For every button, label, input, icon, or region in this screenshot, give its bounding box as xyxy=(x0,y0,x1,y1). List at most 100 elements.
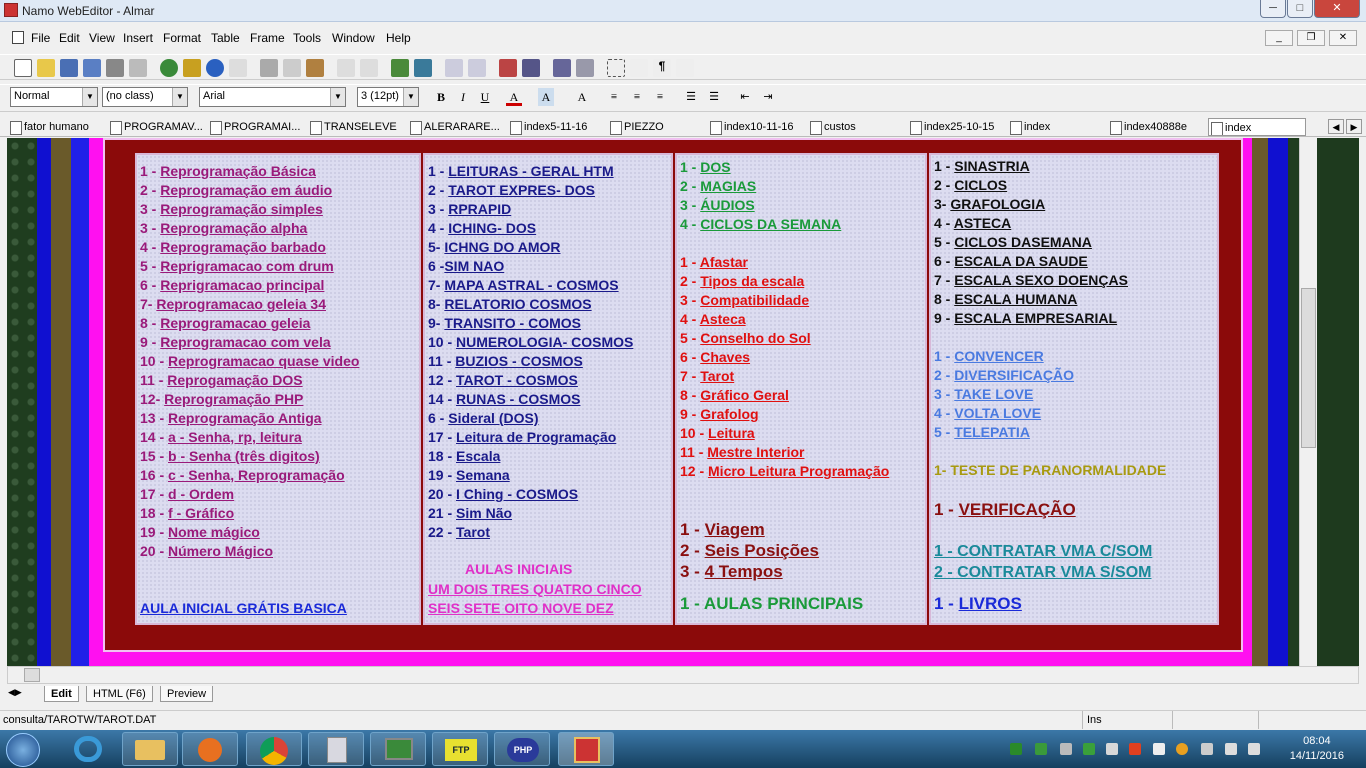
item-link[interactable]: Reprogramacao geleia xyxy=(160,315,310,331)
list-item[interactable]: 1 - SINASTRIA xyxy=(934,158,1030,175)
insert-object-icon[interactable] xyxy=(391,59,409,77)
list-item[interactable]: 4 - VOLTA LOVE xyxy=(934,405,1041,422)
item-link[interactable]: RPRAPID xyxy=(448,201,511,217)
doc-tab-active[interactable]: index xyxy=(1208,118,1306,136)
item-link[interactable]: Reprigramacao com drum xyxy=(160,258,334,274)
list-item[interactable]: 3 - ÁUDIOS xyxy=(680,197,755,214)
list-item[interactable]: 3 - Compatibilidade xyxy=(680,292,809,309)
list-item[interactable]: 16 - c - Senha, Reprogramação xyxy=(140,467,345,484)
item-link[interactable]: ICHNG DO AMOR xyxy=(444,239,560,255)
item-link[interactable]: Reprigramacao principal xyxy=(160,277,324,293)
item-link[interactable]: CICLOS DA SEMANA xyxy=(700,216,841,232)
outdent-icon[interactable]: ⇤ xyxy=(735,88,755,106)
doc-tab[interactable]: custos xyxy=(808,118,908,136)
item-link[interactable]: SIM NAO xyxy=(444,258,504,274)
doc-tab[interactable]: TRANSELEVE xyxy=(308,118,408,136)
list-item[interactable]: 22 - Tarot xyxy=(428,524,490,541)
tray-icon[interactable] xyxy=(1035,743,1047,755)
text-line[interactable]: SEIS SETE OITO NOVE DEZ xyxy=(428,600,614,617)
print-icon[interactable] xyxy=(106,59,124,77)
menu-file[interactable]: File xyxy=(31,31,50,45)
site-manager-icon[interactable] xyxy=(183,59,201,77)
terminal-icon[interactable] xyxy=(370,732,426,766)
list-item[interactable]: 20 - I Ching - COSMOS xyxy=(428,486,578,503)
minimize-button[interactable]: ─ xyxy=(1260,0,1286,18)
show-markers-icon[interactable] xyxy=(630,59,648,77)
list-item[interactable]: 7- Reprogramacao geleia 34 xyxy=(140,296,326,313)
text-line[interactable]: AULAS INICIAIS xyxy=(465,561,572,578)
insert-layer-icon[interactable] xyxy=(468,59,486,77)
list-item[interactable]: 1 - DOS xyxy=(680,159,731,176)
doc-tab[interactable]: fator humano xyxy=(8,118,103,136)
table-cell-col4[interactable]: 1 - SINASTRIA 2 - CICLOS 3- GRAFOLOGIA 4 - … xyxy=(929,153,1219,625)
list-item[interactable]: 2 - Seis Posições xyxy=(680,542,819,559)
list-item[interactable]: 9 - Reprogramacao com vela xyxy=(140,334,331,351)
align-left-icon[interactable]: ≡ xyxy=(604,88,624,106)
item-link[interactable]: TELEPATIA xyxy=(954,424,1030,440)
list-item[interactable]: 17 - d - Ordem xyxy=(140,486,234,503)
list-item[interactable]: 5 - TELEPATIA xyxy=(934,424,1030,441)
doc-tab[interactable]: index xyxy=(1008,118,1108,136)
doc-tab[interactable]: index25-10-15 xyxy=(908,118,1008,136)
table-cell-col1[interactable]: 1 - Reprogramação Básica 2 - Reprogramaçã… xyxy=(135,153,421,625)
list-item[interactable]: 11 - Mestre Interior xyxy=(680,444,805,461)
list-item[interactable]: 4 - Asteca xyxy=(680,311,746,328)
item-link[interactable]: SINASTRIA xyxy=(954,158,1029,174)
font-select[interactable]: Arial ▼ xyxy=(199,87,346,107)
item-link[interactable]: Conselho do Sol xyxy=(700,330,810,346)
item-link[interactable]: DOS xyxy=(700,159,730,175)
list-item[interactable]: 11 - Reprogamação DOS xyxy=(140,372,303,389)
list-item[interactable]: 5- ICHNG DO AMOR xyxy=(428,239,561,256)
menu-tools[interactable]: Tools xyxy=(293,31,321,45)
list-item[interactable]: 14 - a - Senha, rp, leitura xyxy=(140,429,302,446)
list-item[interactable]: 1 - CONVENCER xyxy=(934,348,1044,365)
new-file-icon[interactable] xyxy=(14,59,32,77)
insert-form-icon[interactable] xyxy=(499,59,517,77)
explorer-icon[interactable] xyxy=(122,732,178,766)
list-item[interactable]: 4 - Reprogramação barbado xyxy=(140,239,326,256)
list-item[interactable]: 10 - Reprogramacao quase video xyxy=(140,353,359,370)
volume-icon[interactable] xyxy=(1248,743,1260,755)
align-right-icon[interactable]: ≡ xyxy=(650,88,670,106)
list-item[interactable]: 10 - NUMEROLOGIA- COSMOS xyxy=(428,334,633,351)
item-link[interactable]: b - Senha (três digitos) xyxy=(168,448,320,464)
list-item[interactable]: 17 - Leitura de Programação xyxy=(428,429,616,446)
item-link[interactable]: Seis Posições xyxy=(705,541,819,560)
paragraph-style-select[interactable]: Normal ▼ xyxy=(10,87,98,107)
list-item[interactable]: 2 - DIVERSIFICAÇÃO xyxy=(934,367,1074,384)
list-item[interactable]: 3 - 4 Tempos xyxy=(680,563,783,580)
start-button[interactable] xyxy=(6,733,40,767)
list-item[interactable]: 8- RELATORIO COSMOS xyxy=(428,296,592,313)
item-link[interactable]: Afastar xyxy=(700,254,748,270)
unlink-icon[interactable] xyxy=(576,59,594,77)
item-link[interactable]: Reprogramação PHP xyxy=(164,391,303,407)
doc-tab[interactable]: PIEZZO xyxy=(608,118,708,136)
list-item[interactable]: 6 - ESCALA DA SAUDE xyxy=(934,253,1088,270)
redo-icon[interactable] xyxy=(360,59,378,77)
list-item[interactable]: 2 - Reprogramação em áudio xyxy=(140,182,332,199)
horizontal-scrollbar[interactable] xyxy=(7,666,1359,684)
italic-button[interactable]: I xyxy=(453,88,473,106)
item-link[interactable]: Asteca xyxy=(700,311,746,327)
menu-edit[interactable]: Edit xyxy=(59,31,80,45)
item-link[interactable]: Tarot xyxy=(456,524,490,540)
chrome-icon[interactable] xyxy=(246,732,302,766)
highlight-color-icon[interactable]: A xyxy=(538,88,554,106)
doc-tab[interactable]: index5-11-16 xyxy=(508,118,608,136)
ie-icon[interactable] xyxy=(62,732,118,766)
namo-webeditor-icon[interactable] xyxy=(558,732,614,766)
copy-icon[interactable] xyxy=(283,59,301,77)
list-item[interactable]: 18 - Escala xyxy=(428,448,500,465)
list-item[interactable]: 3 - RPRAPID xyxy=(428,201,511,218)
numbered-list-icon[interactable]: ☰ xyxy=(681,88,701,106)
menu-table[interactable]: Table xyxy=(211,31,240,45)
clear-format-icon[interactable]: A xyxy=(572,88,592,106)
item-link[interactable]: RELATORIO COSMOS xyxy=(444,296,591,312)
text-line[interactable]: 1 - CONTRATAR VMA C/SOM xyxy=(934,543,1152,560)
hyperlink-icon[interactable] xyxy=(553,59,571,77)
item-link[interactable]: Reprogramação Antiga xyxy=(168,410,322,426)
text-line[interactable]: 1- TESTE DE PARANORMALIDADE xyxy=(934,462,1166,479)
underline-button[interactable]: U xyxy=(475,88,495,106)
tab-scroll-right-icon[interactable]: ▶ xyxy=(1346,119,1362,134)
item-link[interactable]: f - Gráfico xyxy=(168,505,234,521)
